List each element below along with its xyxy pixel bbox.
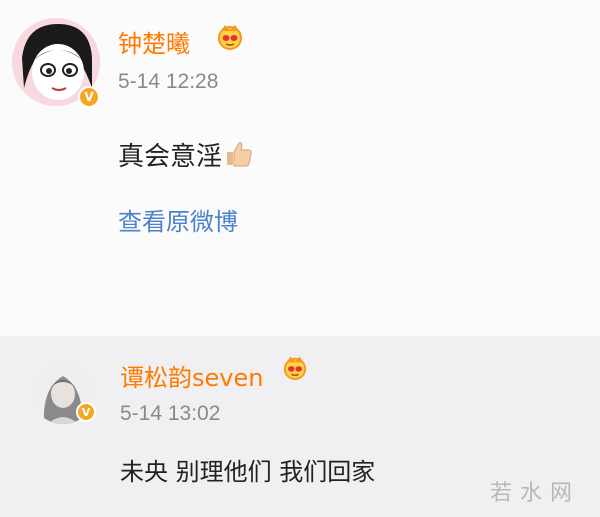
comment-text-body: 真会意淫 [118, 142, 223, 172]
comment-text: 未央 别理他们 我们回家 [120, 458, 376, 486]
crown-vip-icon[interactable] [216, 22, 244, 50]
comment-text: 真会意淫 [118, 136, 254, 173]
author-name[interactable]: 谭松韵seven [120, 358, 263, 393]
verified-badge-icon: V [78, 86, 100, 108]
site-watermark: 若水网 [489, 481, 580, 506]
comment-timestamp: 5-14 12:28 [118, 70, 219, 93]
verified-badge-icon: V [76, 402, 96, 422]
comment-timestamp: 5-14 13:02 [120, 402, 221, 425]
view-original-weibo-link[interactable]: 查看原微博 [118, 202, 238, 237]
thumbs-up-icon [227, 142, 252, 167]
author-name[interactable]: 钟楚曦 [118, 24, 190, 59]
crown-vip-icon[interactable] [282, 354, 308, 380]
